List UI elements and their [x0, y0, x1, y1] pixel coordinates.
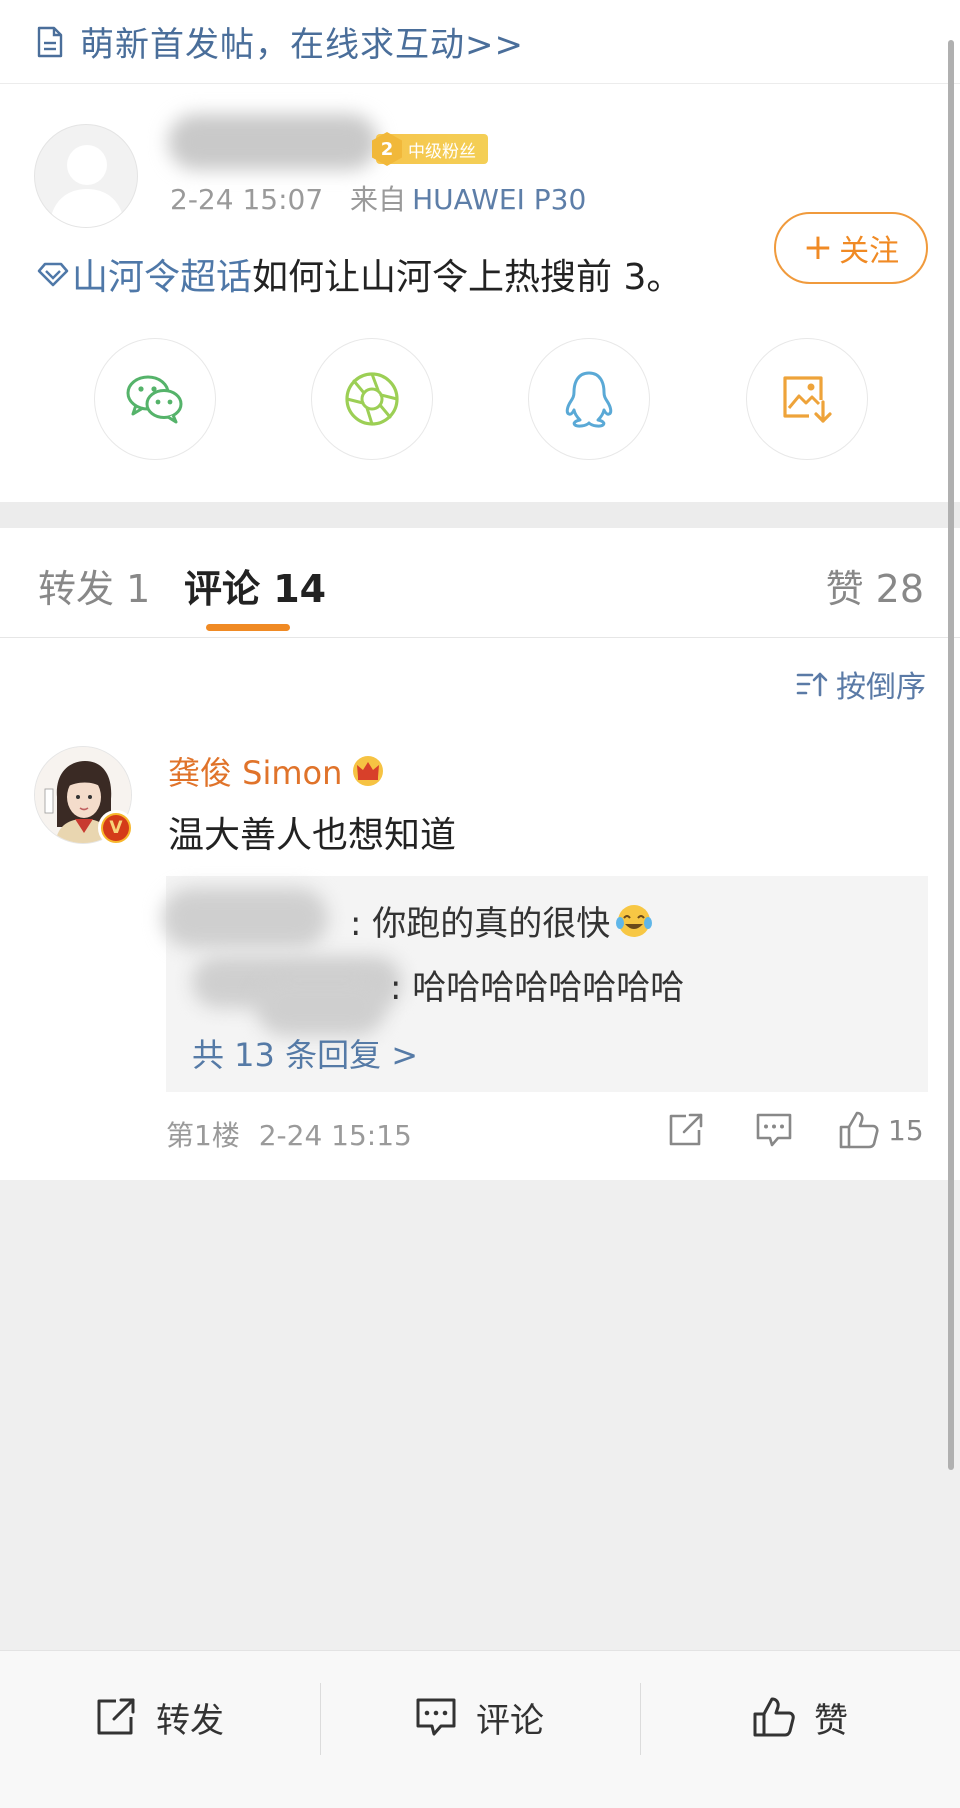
comment-label: 评论 — [476, 1700, 544, 1741]
interaction-tabs: 转发 1 评论 14 赞 28 — [0, 528, 960, 638]
super-topic-link[interactable]: 山河令超话 — [72, 248, 252, 300]
active-tab-indicator — [206, 624, 290, 631]
comment-floor: 第1楼 — [166, 1119, 240, 1152]
fan-level-number: 2 — [372, 132, 402, 166]
repost-label: 转发 — [156, 1700, 224, 1741]
weibo-post-detail: 萌新首发帖，在线求互动>> 2 中级粉丝 2-24 15:07 来自 HUAWEI… — [0, 0, 960, 1808]
repost-icon — [669, 1113, 703, 1146]
comment-reply-button[interactable] — [754, 1108, 794, 1152]
commenter-name-text: 龚俊 Simon — [168, 754, 343, 792]
bottom-action-bar: 转发 评论 赞 — [0, 1650, 960, 1808]
diamond-topic-icon — [37, 262, 69, 287]
reply-user-blurred — [256, 976, 386, 1036]
sort-order-icon — [796, 672, 828, 697]
post-time: 2-24 15:07 — [170, 183, 324, 216]
thumbs-up-icon — [753, 1697, 795, 1737]
reply-user-blurred — [162, 888, 328, 948]
verified-v-icon: V — [103, 815, 129, 841]
comment-icon — [416, 1698, 456, 1736]
comment-text: 温大善人也想知道 — [168, 815, 457, 856]
wechat-icon — [126, 375, 183, 424]
tab-repost[interactable]: 转发 1 — [38, 558, 150, 613]
comment-repost-button[interactable] — [666, 1108, 706, 1152]
reply-item: : 你跑的真的很快 — [350, 896, 654, 945]
fan-level-label: 中级粉丝 — [408, 141, 476, 162]
reply-preview-box[interactable]: : 你跑的真的很快 : 哈哈哈哈哈哈哈哈 共 13 条回复 > — [162, 876, 928, 1092]
comments-section: 按倒序 V 龚俊 Simon 温大善人也想知道: 你跑的真的很快: 哈哈哈哈… — [0, 638, 960, 1180]
save-image-icon — [783, 376, 832, 423]
tab-like[interactable]: 赞 28 — [826, 558, 924, 613]
sort-label: 按倒序 — [836, 670, 926, 705]
repost-icon — [97, 1698, 135, 1735]
commenter-name[interactable]: 龚俊 Simon — [168, 748, 386, 794]
scrollbar[interactable] — [948, 40, 954, 1470]
comment-button[interactable]: 评论 — [414, 1689, 544, 1745]
document-icon — [37, 26, 63, 57]
from-label: 来自 — [350, 183, 407, 216]
follow-button[interactable]: + 关注 — [774, 212, 928, 284]
avatar[interactable] — [34, 124, 138, 228]
plus-icon: + — [802, 227, 834, 268]
fan-level-badge: 2 中级粉丝 — [372, 132, 488, 166]
like-button[interactable]: 赞 — [752, 1689, 848, 1745]
follow-label: 关注 — [839, 234, 900, 269]
divider — [320, 1683, 321, 1755]
reply-text: : 哈哈哈哈哈哈哈哈 — [390, 968, 685, 1008]
verified-badge: V — [98, 810, 134, 846]
default-avatar-icon — [49, 145, 125, 227]
save-image-button[interactable] — [746, 338, 868, 460]
moments-icon — [345, 372, 399, 426]
share-wechat-button[interactable] — [94, 338, 216, 460]
divider — [640, 1683, 641, 1755]
post-card: 2 中级粉丝 2-24 15:07 来自 HUAWEI P30 + 关注 山河令超… — [0, 84, 960, 502]
banner-text: 萌新首发帖，在线求互动>> — [80, 25, 524, 65]
post-meta: 2-24 15:07 来自 HUAWEI P30 — [170, 178, 586, 218]
post-body-text: 如何让山河令上热搜前 3。 — [252, 257, 683, 298]
share-qq-button[interactable] — [528, 338, 650, 460]
tab-comment[interactable]: 评论 14 — [184, 558, 326, 613]
share-row — [0, 338, 960, 462]
newbie-post-banner[interactable]: 萌新首发帖，在线求互动>> — [0, 0, 960, 84]
like-label: 赞 — [814, 1700, 848, 1741]
repost-button[interactable]: 转发 — [94, 1689, 224, 1745]
post-text: 山河令超话 如何让山河令上热搜前 3。 — [36, 248, 682, 300]
comment-time: 2-24 15:15 — [258, 1119, 412, 1152]
username-blurred[interactable] — [168, 114, 378, 170]
thumbs-up-icon — [839, 1111, 879, 1149]
comment-like-count: 15 — [888, 1113, 924, 1147]
share-moments-button[interactable] — [311, 338, 433, 460]
reply-item: : 哈哈哈哈哈哈哈哈 — [390, 960, 684, 1009]
laugh-cry-emoji-icon — [616, 904, 653, 937]
section-divider — [0, 502, 960, 528]
comment-icon — [756, 1113, 792, 1147]
view-more-replies-link[interactable]: 共 13 条回复 > — [192, 1030, 418, 1076]
sort-button[interactable]: 按倒序 — [796, 662, 926, 706]
qq-icon — [565, 371, 613, 428]
comment-meta: 第1楼 2-24 15:15 — [166, 1114, 412, 1154]
reply-text: : 你跑的真的很快 — [350, 904, 611, 944]
crown-icon — [353, 756, 384, 786]
comment-like-button[interactable]: 15 — [838, 1108, 924, 1152]
device-name: HUAWEI P30 — [412, 183, 587, 216]
